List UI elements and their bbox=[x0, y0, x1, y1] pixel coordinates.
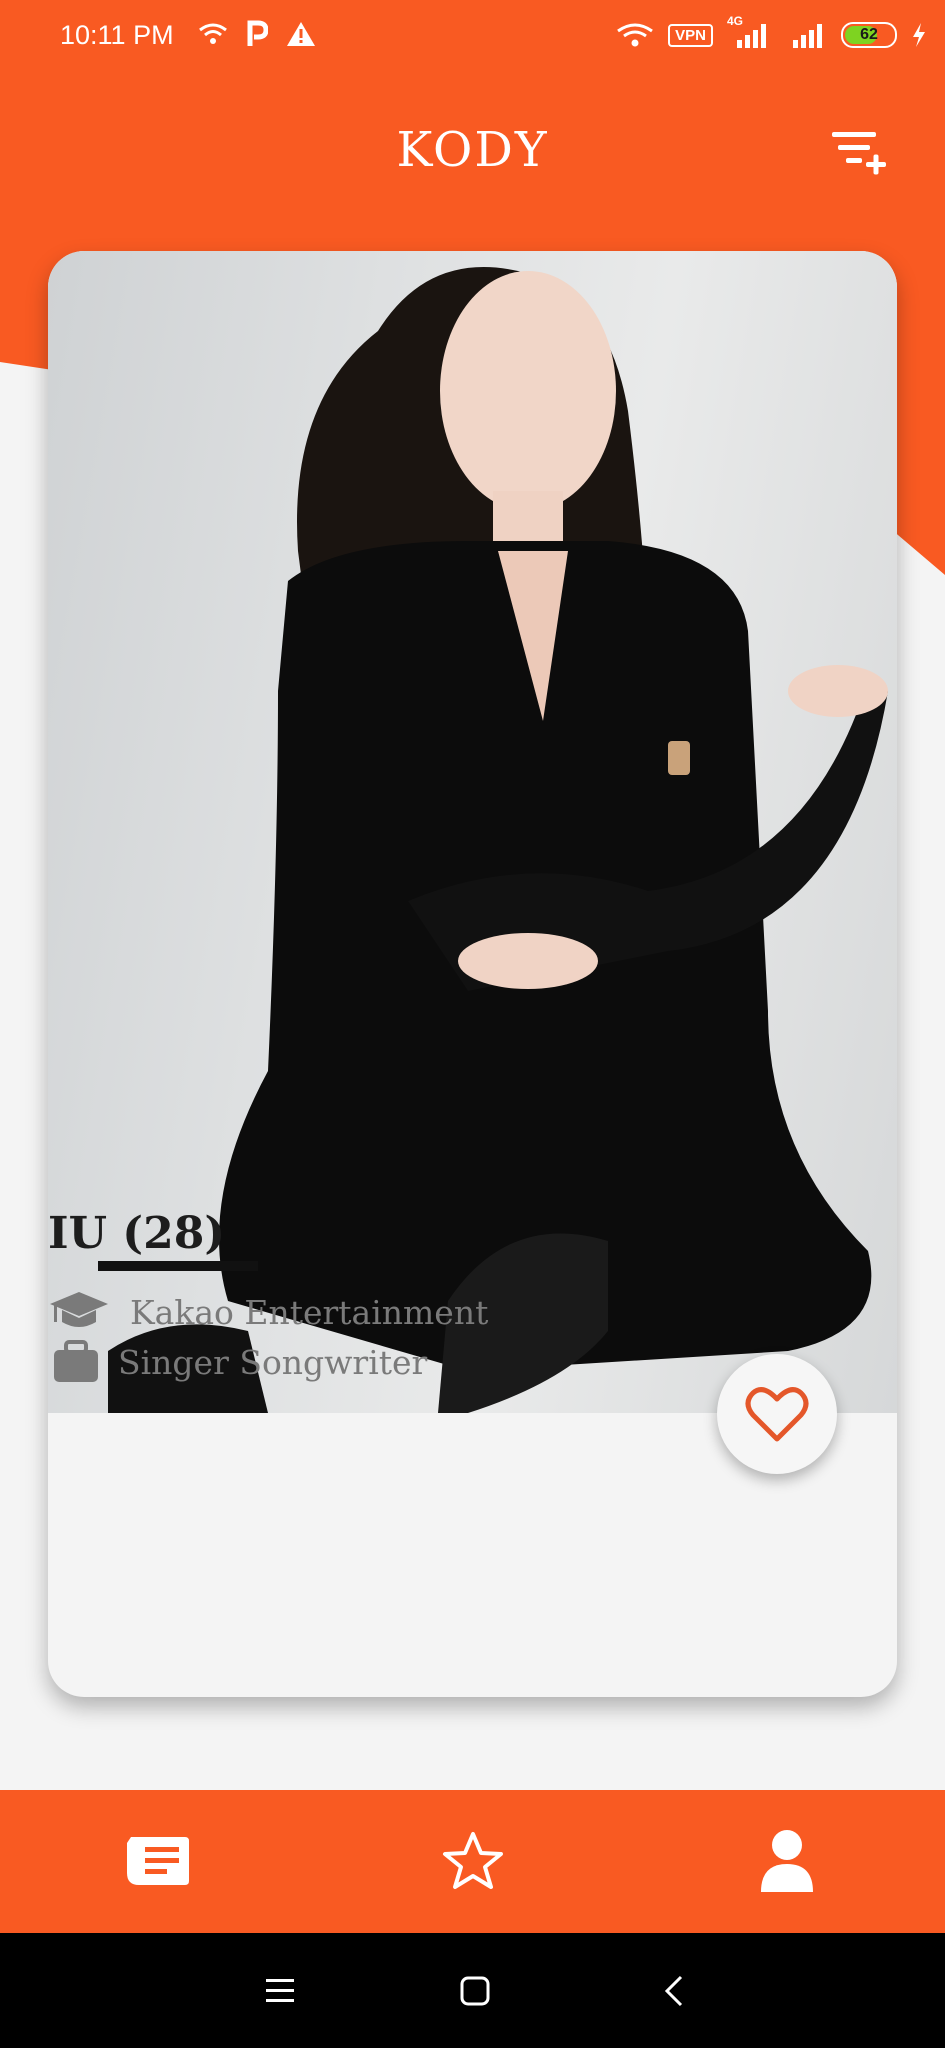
company-row: Kakao Entertainment bbox=[48, 1290, 488, 1334]
status-bar: 10:11 PM VPN 4G 62 bbox=[0, 0, 945, 76]
occupation-row: Singer Songwriter bbox=[48, 1340, 427, 1384]
filter-button[interactable] bbox=[830, 128, 890, 180]
home-icon bbox=[460, 1976, 490, 2006]
system-back-button[interactable] bbox=[655, 1971, 695, 2011]
charging-icon bbox=[913, 23, 925, 47]
filter-add-icon bbox=[832, 132, 886, 175]
nav-profile[interactable] bbox=[752, 1828, 822, 1894]
nav-feed[interactable] bbox=[123, 1828, 193, 1894]
graduation-cap-icon bbox=[48, 1290, 110, 1334]
wifi-icon bbox=[199, 23, 227, 44]
occupation-text: Singer Songwriter bbox=[118, 1342, 428, 1382]
system-home-button[interactable] bbox=[455, 1971, 495, 2011]
app-title: KODY bbox=[396, 122, 549, 178]
star-icon bbox=[443, 1832, 503, 1889]
cell-signal-4g: 4G bbox=[727, 14, 777, 50]
status-time: 10:11 PM bbox=[60, 20, 174, 50]
vpn-badge: VPN bbox=[668, 23, 713, 47]
battery-indicator: 62 bbox=[841, 22, 897, 48]
back-icon bbox=[664, 1975, 683, 2007]
profile-card[interactable] bbox=[48, 251, 897, 1697]
feed-icon bbox=[127, 1837, 189, 1885]
profile-name-age: IU (28) bbox=[48, 1208, 226, 1259]
menu-icon bbox=[266, 1979, 294, 2002]
battery-level: 62 bbox=[860, 26, 878, 43]
heart-icon bbox=[745, 1387, 809, 1442]
nav-favorites[interactable] bbox=[438, 1828, 508, 1894]
wifi-icon bbox=[617, 23, 654, 47]
parking-icon bbox=[247, 20, 268, 46]
system-menu-button[interactable] bbox=[260, 1971, 300, 2011]
signal-icon bbox=[793, 24, 822, 48]
briefcase-icon bbox=[48, 1340, 110, 1384]
user-icon bbox=[761, 1830, 813, 1892]
warning-icon bbox=[287, 22, 315, 46]
company-text: Kakao Entertainment bbox=[130, 1292, 489, 1332]
bottom-navigation bbox=[0, 1790, 945, 1933]
system-navigation-bar bbox=[0, 1933, 945, 2048]
favorite-button[interactable] bbox=[717, 1354, 837, 1474]
signal-icon bbox=[737, 24, 766, 48]
